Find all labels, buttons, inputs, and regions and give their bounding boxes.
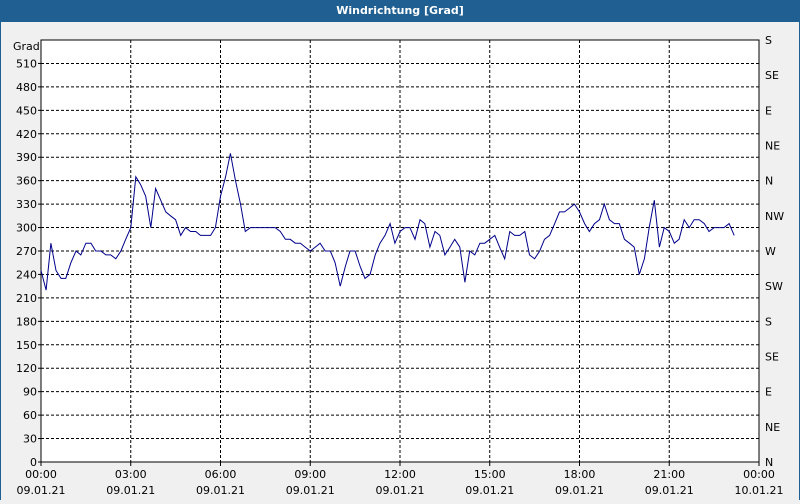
right-axis-label: SE	[765, 351, 779, 364]
x-tick-time: 21:00	[653, 468, 685, 481]
right-axis-label: NW	[765, 210, 784, 223]
x-tick-time: 06:00	[205, 468, 237, 481]
right-axis-label: S	[765, 34, 772, 47]
x-tick-date: 09.01.21	[17, 484, 66, 497]
right-axis-label: SW	[765, 280, 783, 293]
y-tick-label: 30	[23, 433, 37, 446]
y-tick-label: 450	[16, 104, 37, 117]
x-tick-date: 09.01.21	[286, 484, 335, 497]
right-axis-label: NE	[765, 140, 780, 153]
wind-direction-chart: 0306090120150180210240270300330360390420…	[13, 34, 784, 497]
x-tick-date: 09.01.21	[465, 484, 514, 497]
x-axis: 00:00 09.01.21 03:00 09.01.21 06:00 09.01.21 0…	[17, 462, 784, 497]
right-axis-label: S	[765, 315, 772, 328]
y-axis-label: Grad	[13, 40, 40, 53]
y-tick-label: 60	[23, 409, 37, 422]
x-tick-time: 09:00	[294, 468, 326, 481]
x-tick-time: 18:00	[564, 468, 596, 481]
y-tick-label: 240	[16, 268, 37, 281]
right-axis-label: SE	[765, 69, 779, 82]
chart-area: 0 30 60 90 120 150 180 210 240 270 300 330 360 390 420…	[0, 22, 800, 500]
chart-title-bar: Windrichtung [Grad]	[0, 0, 800, 22]
x-tick-time: 00:00	[743, 468, 775, 481]
right-axis-label: E	[765, 104, 772, 117]
y-tick-label: 120	[16, 362, 37, 375]
x-tick-time: 15:00	[474, 468, 506, 481]
x-tick-date: 09.01.21	[196, 484, 245, 497]
y-tick-label: 360	[16, 175, 37, 188]
y-tick-label: 150	[16, 339, 37, 352]
x-tick-date: 10.01.21	[735, 484, 784, 497]
chart-title: Windrichtung [Grad]	[336, 4, 464, 17]
x-tick-date: 09.01.21	[376, 484, 425, 497]
right-axis-label: W	[765, 245, 776, 258]
x-tick-date: 09.01.21	[106, 484, 155, 497]
y-tick-label: 210	[16, 292, 37, 305]
y-tick-label: 90	[23, 386, 37, 399]
y-tick-label: 180	[16, 315, 37, 328]
y-tick-label: 480	[16, 81, 37, 94]
x-tick-date: 09.01.21	[555, 484, 604, 497]
right-axis-label: N	[765, 175, 773, 188]
x-tick-time: 03:00	[115, 468, 147, 481]
x-tick-date: 09.01.21	[645, 484, 694, 497]
y-tick-label: 420	[16, 128, 37, 141]
right-axis-label: NE	[765, 421, 780, 434]
x-tick-time: 00:00	[25, 468, 57, 481]
y-axis-left: 0306090120150180210240270300330360390420…	[16, 57, 41, 469]
x-tick-time: 12:00	[384, 468, 416, 481]
y-tick-label: 330	[16, 198, 37, 211]
y-axis-right: SSEENENNWWSWSSEENEN	[765, 34, 784, 469]
right-axis-label: E	[765, 386, 772, 399]
y-tick-label: 300	[16, 222, 37, 235]
y-tick-label: 390	[16, 151, 37, 164]
y-tick-label: 510	[16, 57, 37, 70]
y-tick-label: 270	[16, 245, 37, 258]
